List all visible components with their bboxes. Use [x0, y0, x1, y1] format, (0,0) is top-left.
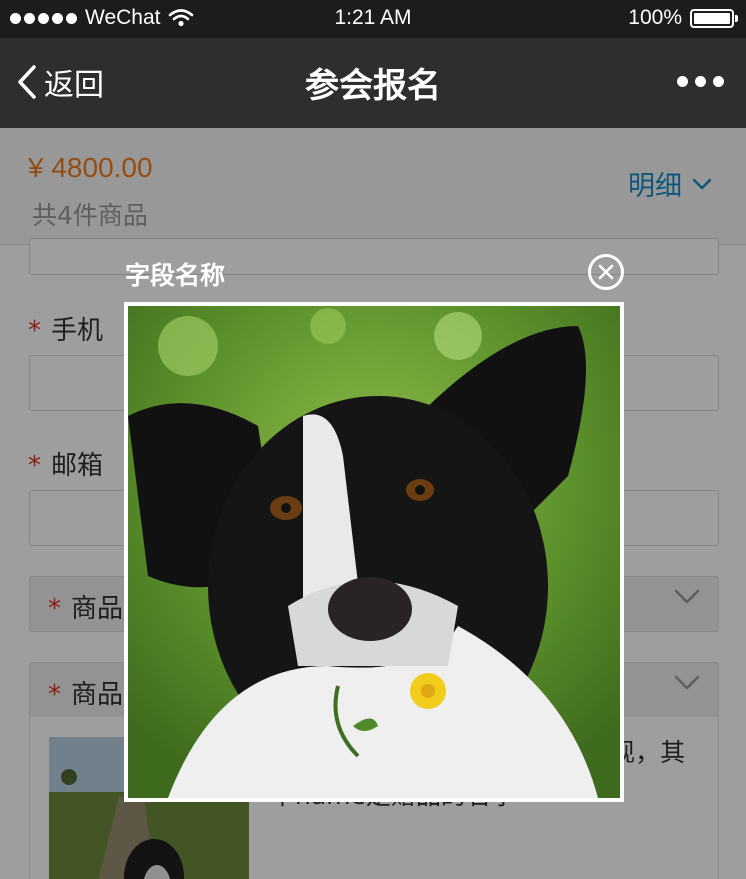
battery-percent: 100%: [628, 6, 682, 29]
status-bar: WeChat 1:21 AM 100%: [0, 0, 746, 38]
more-options-icon[interactable]: [677, 76, 724, 87]
nav-bar: 返回 参会报名: [0, 38, 746, 128]
battery-group: 100%: [628, 6, 738, 30]
battery-icon: [690, 8, 738, 28]
page-title: 参会报名: [305, 66, 441, 106]
preview-image: [124, 302, 624, 802]
close-button[interactable]: [588, 254, 624, 290]
close-icon: [598, 264, 614, 280]
modal-title: 字段名称: [125, 261, 226, 290]
